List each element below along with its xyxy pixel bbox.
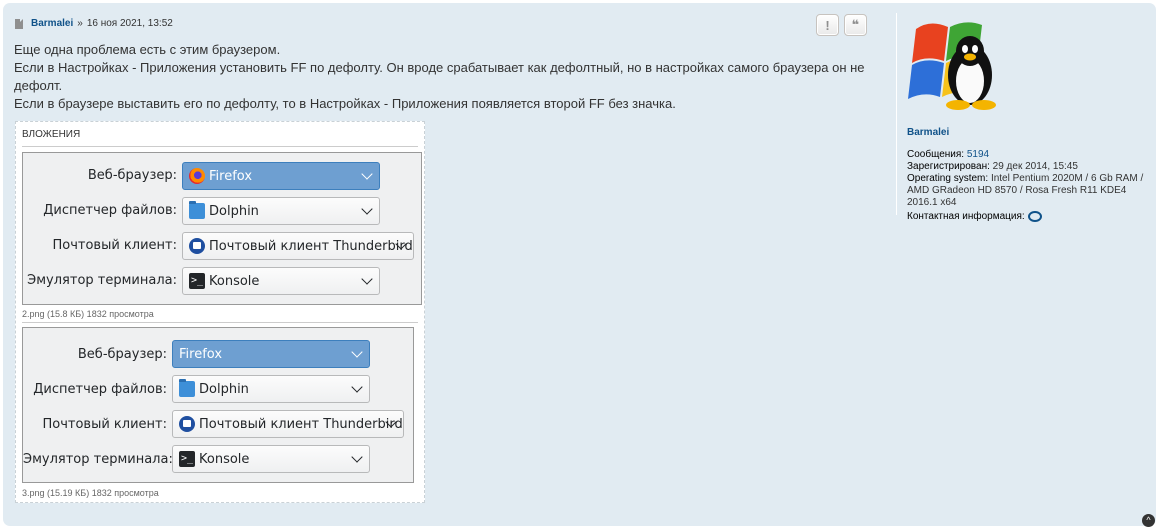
file-manager-combo[interactable]: Dolphin bbox=[182, 197, 380, 225]
post-date: 16 ноя 2021, 13:52 bbox=[86, 18, 173, 29]
post-profile: Barmalei Сообщения: 5194 Зарегистрирован… bbox=[896, 13, 1147, 222]
attachments-box: ВЛОЖЕНИЯ Веб-браузер: Firefox Диспетчер … bbox=[15, 121, 425, 503]
report-button[interactable]: ! bbox=[816, 14, 839, 36]
folder-icon bbox=[179, 379, 195, 397]
attachments-title: ВЛОЖЕНИЯ bbox=[22, 129, 81, 140]
file-manager-combo[interactable]: Dolphin bbox=[172, 375, 370, 403]
registered-label: Зарегистрирован: bbox=[907, 161, 990, 172]
mail-client-combo[interactable]: Почтовый клиент Thunderbird bbox=[172, 410, 404, 438]
attachment-image-2[interactable]: Веб-браузер: Firefox Диспетчер файлов: D… bbox=[22, 327, 414, 483]
file-manager-label: Диспетчер файлов: bbox=[43, 203, 177, 218]
header-separator: » bbox=[77, 18, 83, 29]
mail-client-label: Почтовый клиент: bbox=[52, 238, 177, 253]
post-header: Barmalei » 16 ноя 2021, 13:52 bbox=[15, 18, 173, 29]
chevron-down-icon bbox=[351, 381, 363, 393]
messages-count-link[interactable]: 5194 bbox=[967, 149, 989, 160]
chevron-down-icon bbox=[361, 168, 373, 180]
terminal-combo[interactable]: >_ Konsole bbox=[172, 445, 370, 473]
post-content: Еще одна проблема есть с этим браузером.… bbox=[14, 41, 884, 113]
chevron-down-icon bbox=[361, 273, 373, 285]
post-line: Еще одна проблема есть с этим браузером. bbox=[14, 42, 281, 57]
attachment-caption-2: 3.png (15.19 КБ) 1832 просмотра bbox=[22, 488, 159, 498]
exclamation-icon: ! bbox=[825, 17, 830, 33]
messages-label: Сообщения: bbox=[907, 149, 965, 160]
terminal-label: Эмулятор терминала: bbox=[27, 273, 177, 288]
combo-value: Почтовый клиент Thunderbird bbox=[199, 416, 403, 432]
combo-value: Firefox bbox=[209, 168, 253, 184]
attachments-divider bbox=[22, 146, 418, 147]
profile-info: Сообщения: 5194 Зарегистрирован: 29 дек … bbox=[907, 149, 1147, 223]
terminal-icon: >_ bbox=[179, 451, 195, 467]
post-actions: ! ❝ bbox=[816, 14, 867, 36]
folder-icon bbox=[189, 201, 205, 219]
combo-value: Dolphin bbox=[199, 381, 249, 397]
web-browser-combo[interactable]: Firefox bbox=[182, 162, 380, 190]
terminal-icon: >_ bbox=[189, 273, 205, 289]
web-browser-label: Веб-браузер: bbox=[87, 168, 177, 183]
terminal-label: Эмулятор терминала: bbox=[23, 452, 173, 467]
terminal-combo[interactable]: >_ Konsole bbox=[182, 267, 380, 295]
chat-bubble-icon[interactable] bbox=[1027, 211, 1042, 222]
chevron-down-icon bbox=[351, 451, 363, 463]
chevron-down-icon bbox=[351, 346, 363, 358]
combo-value: Dolphin bbox=[209, 203, 259, 219]
combo-value: Konsole bbox=[199, 451, 250, 467]
combo-value: Firefox bbox=[179, 346, 223, 362]
registered-value: 29 дек 2014, 15:45 bbox=[992, 161, 1078, 172]
post-line: Если в Настройках - Приложения установит… bbox=[14, 60, 865, 93]
attachments-separator bbox=[22, 322, 418, 323]
mail-client-label: Почтовый клиент: bbox=[42, 417, 167, 432]
mail-client-combo[interactable]: Почтовый клиент Thunderbird bbox=[182, 232, 414, 260]
post-icon bbox=[15, 18, 23, 29]
thunderbird-icon bbox=[189, 238, 205, 254]
web-browser-combo[interactable]: Firefox bbox=[172, 340, 370, 368]
attachment-caption-1: 2.png (15.8 КБ) 1832 просмотра bbox=[22, 309, 154, 319]
combo-value: Konsole bbox=[209, 273, 260, 289]
os-label: Operating system: bbox=[907, 173, 989, 184]
avatar[interactable] bbox=[908, 15, 1002, 111]
chevron-down-icon bbox=[361, 203, 373, 215]
back-to-top-icon[interactable]: ^ bbox=[1142, 514, 1155, 527]
attachment-image-1[interactable]: Веб-браузер: Firefox Диспетчер файлов: D… bbox=[22, 152, 422, 305]
file-manager-label: Диспетчер файлов: bbox=[33, 382, 167, 397]
combo-value: Почтовый клиент Thunderbird bbox=[209, 238, 413, 254]
quote-icon: ❝ bbox=[851, 17, 860, 32]
web-browser-label: Веб-браузер: bbox=[77, 347, 167, 362]
post-line: Если в браузере выставить его по дефолту… bbox=[14, 96, 676, 111]
post-author-link[interactable]: Barmalei bbox=[31, 18, 73, 29]
contact-label: Контактная информация: bbox=[907, 211, 1025, 223]
post: Barmalei » 16 ноя 2021, 13:52 ! ❝ Еще од… bbox=[3, 3, 1156, 527]
firefox-icon bbox=[189, 168, 205, 184]
quote-button[interactable]: ❝ bbox=[844, 14, 867, 36]
profile-username[interactable]: Barmalei bbox=[907, 127, 949, 138]
thunderbird-icon bbox=[179, 416, 195, 432]
